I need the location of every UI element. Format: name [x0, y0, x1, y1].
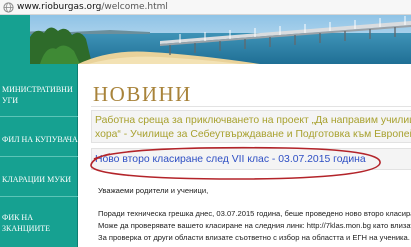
sidebar-item-label: КЛАРАЦИИ МУКИ: [2, 175, 71, 184]
news-link[interactable]: Работна среща за приключването на проект…: [95, 114, 411, 127]
sidebar: МИНИСТРАТИВНИ УГИ ФИЛ НА КУПУВАЧА КЛАРАЦ…: [0, 64, 78, 247]
url-host: www.rioburgas.org: [17, 2, 102, 12]
sidebar-divider: [0, 116, 78, 117]
sidebar-item-administrative-services[interactable]: МИНИСТРАТИВНИ УГИ: [0, 84, 78, 106]
news-item: Ново второ класиране след VII клас - 03.…: [91, 148, 411, 170]
article-paragraph: За проверка от други области влизате съо…: [98, 233, 410, 242]
news-item: Работна среща за приключването на проект…: [91, 110, 411, 143]
url-text[interactable]: www.rioburgas.org/welcome.html: [17, 2, 168, 13]
sidebar-item-label: МИНИСТРАТИВНИ: [2, 85, 73, 94]
url-path: /welcome.html: [101, 2, 168, 12]
title-divider: [91, 106, 411, 107]
sidebar-item-label: ФИЛ НА КУПУВАЧА: [2, 135, 78, 144]
address-bar[interactable]: www.rioburgas.org/welcome.html: [0, 0, 411, 15]
sidebar-divider: [0, 196, 78, 197]
news-link[interactable]: хора“ - Училище за Себеутвърждаване и По…: [95, 128, 411, 141]
header-banner: [0, 15, 411, 64]
sidebar-item-schedule[interactable]: ФИК НА ЗКАНЦИИТЕ: [0, 212, 78, 234]
news-link[interactable]: Ново второ класиране след VII клас - 03.…: [95, 153, 366, 166]
article-paragraph: Поради техническа грешка днес, 03.07.201…: [98, 209, 411, 218]
article-greeting: Уважаеми родители и ученици,: [98, 186, 209, 195]
article-paragraph: Може да проверявате вашето класиране на …: [98, 221, 411, 230]
sidebar-item-label: ЗКАНЦИИТЕ: [2, 224, 51, 233]
sidebar-item-declarations[interactable]: КЛАРАЦИИ МУКИ: [0, 174, 78, 185]
pier-photo: [0, 15, 411, 64]
sidebar-item-buyer-profile[interactable]: ФИЛ НА КУПУВАЧА: [0, 134, 78, 145]
main-content: НОВИНИ Работна среща за приключването на…: [79, 64, 411, 247]
sidebar-divider: [0, 156, 78, 157]
globe-icon: [3, 2, 14, 13]
sidebar-item-label: УГИ: [2, 96, 19, 105]
sidebar-item-label: ФИК НА: [2, 213, 33, 222]
page-title: НОВИНИ: [93, 82, 192, 106]
